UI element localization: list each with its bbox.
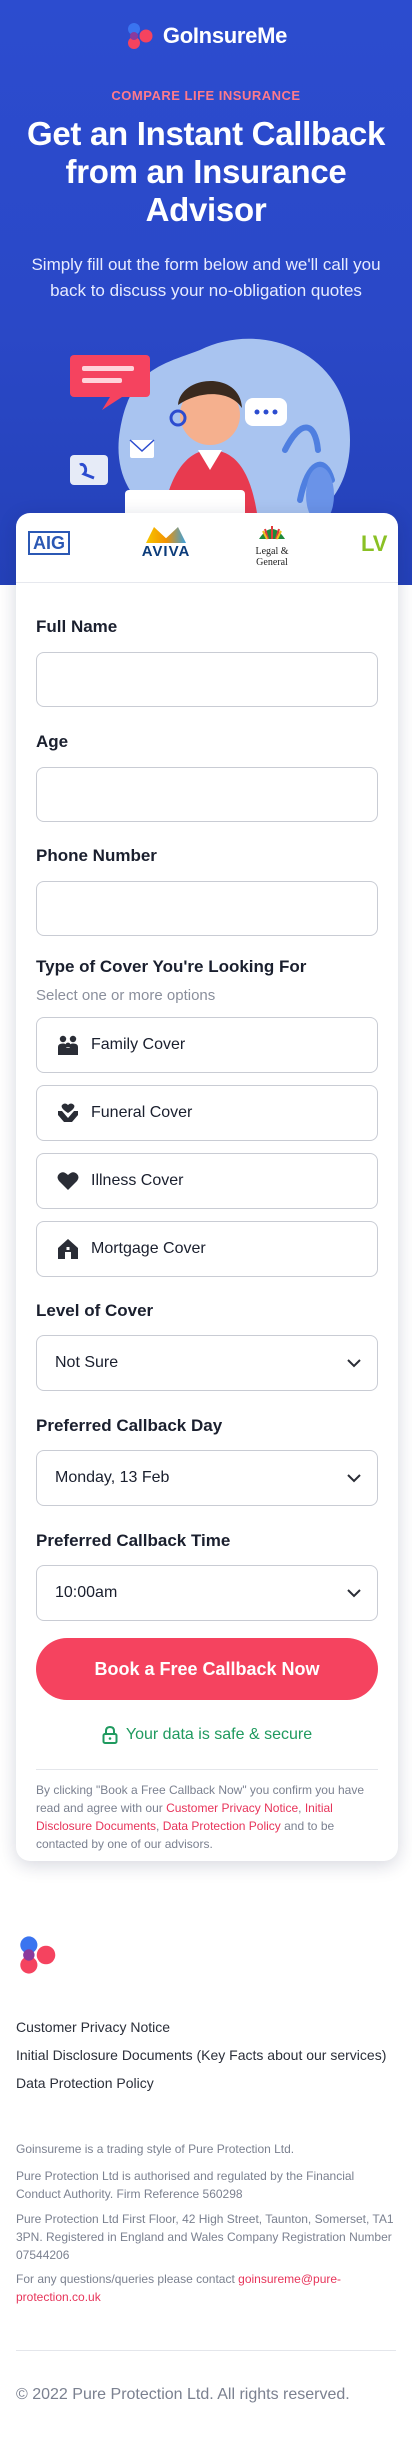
chevron-down-icon: [347, 1473, 361, 1482]
footer-brand-logo-icon[interactable]: [16, 1935, 56, 1975]
level-of-cover-select[interactable]: Not Sure: [36, 1335, 378, 1391]
umbrella-icon: [259, 526, 285, 540]
funeral-cover-label: Funeral Cover: [91, 1104, 193, 1121]
callback-day-value: Monday, 13 Feb: [55, 1469, 170, 1486]
phone-input[interactable]: [36, 881, 378, 936]
lv-logo: LV: [361, 531, 388, 556]
insurer-logos: AIG AVIVA Legal & General LV: [16, 513, 398, 583]
data-protection-link[interactable]: Data Protection Policy: [163, 1819, 281, 1833]
hero-section: GoInsureMe COMPARE LIFE INSURANCE Get an…: [0, 0, 412, 585]
mortgage-cover-option[interactable]: Mortgage Cover: [36, 1221, 378, 1277]
legal-general-logo: Legal & General: [248, 525, 296, 568]
mortgage-cover-label: Mortgage Cover: [91, 1240, 206, 1257]
cover-type-label: Type of Cover You're Looking For: [36, 957, 307, 976]
hero-eyebrow: COMPARE LIFE INSURANCE: [111, 88, 301, 103]
phone-label: Phone Number: [36, 846, 157, 865]
aig-logo: AIG: [28, 531, 70, 555]
brand-logo-icon: [127, 23, 153, 49]
advisor-illustration: [70, 338, 350, 540]
form-divider: [36, 1769, 378, 1770]
footer-link-disclosure[interactable]: Initial Disclosure Documents (Key Facts …: [16, 2041, 386, 2069]
footer-trading-note: Goinsureme is a trading style of Pure Pr…: [16, 2142, 295, 2156]
footer-divider: [16, 2350, 396, 2351]
callback-time-label: Preferred Callback Time: [36, 1531, 231, 1550]
full-name-input[interactable]: [36, 652, 378, 707]
padlock-icon: [102, 1726, 118, 1744]
level-of-cover-value: Not Sure: [55, 1354, 119, 1371]
full-name-label: Full Name: [36, 617, 118, 636]
footer-links: Customer Privacy Notice Initial Disclosu…: [16, 2013, 386, 2097]
consent-disclaimer: By clicking "Book a Free Callback Now" y…: [36, 1783, 364, 1851]
brand-name: GoInsureMe: [162, 23, 288, 48]
aviva-mark-icon: [146, 527, 186, 543]
data-safe-note: Your data is safe & secure: [16, 1726, 398, 1744]
privacy-notice-link[interactable]: Customer Privacy Notice: [166, 1801, 298, 1815]
house-icon: [58, 1239, 78, 1259]
family-icon: [58, 1035, 78, 1055]
footer-contact: For any questions/queries please contact…: [16, 2272, 342, 2304]
chevron-down-icon: [347, 1358, 361, 1367]
aviva-logo: AVIVA: [136, 527, 196, 560]
family-cover-option[interactable]: Family Cover: [36, 1017, 378, 1073]
copyright-text: © 2022 Pure Protection Ltd. All rights r…: [16, 2386, 350, 2403]
illness-cover-option[interactable]: Illness Cover: [36, 1153, 378, 1209]
header-logo[interactable]: GoInsureMe: [0, 22, 412, 50]
callback-time-value: 10:00am: [55, 1584, 118, 1601]
age-input[interactable]: [36, 767, 378, 822]
footer-link-privacy[interactable]: Customer Privacy Notice: [16, 2013, 386, 2041]
cover-type-hint: Select one or more options: [36, 987, 216, 1004]
hero-subline: Simply fill out the form below and we'll…: [31, 255, 381, 300]
funeral-hands-icon: [58, 1103, 78, 1122]
callback-time-select[interactable]: 10:00am: [36, 1565, 378, 1621]
footer-address: Pure Protection Ltd First Floor, 42 High…: [16, 2212, 394, 2262]
callback-form-card: AIG AVIVA Legal & General LV Full Name A…: [16, 513, 398, 1861]
level-of-cover-label: Level of Cover: [36, 1301, 154, 1320]
book-callback-button[interactable]: Book a Free Callback Now: [36, 1638, 378, 1700]
chevron-down-icon: [347, 1588, 361, 1597]
family-cover-label: Family Cover: [91, 1036, 186, 1053]
callback-day-label: Preferred Callback Day: [36, 1416, 223, 1435]
hero-headline: Get an Instant Callback from an Insuranc…: [26, 115, 386, 228]
footer-regulated-note: Pure Protection Ltd is authorised and re…: [16, 2169, 355, 2201]
illness-cover-label: Illness Cover: [91, 1172, 184, 1189]
footer-link-data-protection[interactable]: Data Protection Policy: [16, 2069, 386, 2097]
heart-icon: [57, 1172, 79, 1190]
callback-day-select[interactable]: Monday, 13 Feb: [36, 1450, 378, 1506]
funeral-cover-option[interactable]: Funeral Cover: [36, 1085, 378, 1141]
age-label: Age: [36, 732, 69, 751]
